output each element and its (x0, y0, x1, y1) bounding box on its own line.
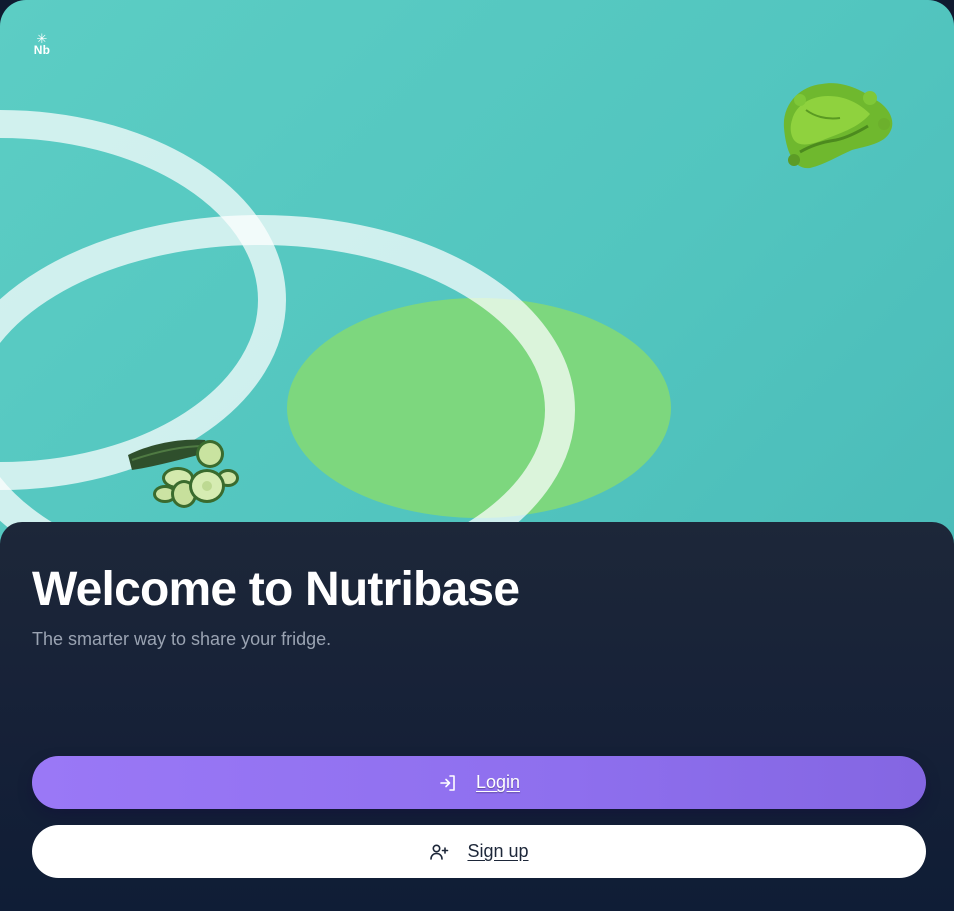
welcome-panel: Welcome to Nutribase The smarter way to … (0, 522, 954, 911)
user-plus-icon (429, 842, 449, 862)
green-blob (287, 298, 671, 518)
login-button[interactable]: Login (32, 756, 926, 809)
login-label: Login (475, 772, 521, 792)
app-logo: ✳ Nb (31, 32, 53, 56)
welcome-screen: ✳ Nb Welcome to Nutribase The smarter wa… (0, 0, 954, 911)
cucumber-slices-image (128, 439, 239, 508)
signup-label: Sign up (467, 841, 529, 861)
page-title: Welcome to Nutribase (32, 563, 520, 616)
page-subtitle: The smarter way to share your fridge. (32, 629, 332, 649)
signup-button[interactable]: Sign up (32, 825, 926, 878)
hero-banner: ✳ Nb (0, 0, 954, 560)
logo-text: Nb (33, 43, 51, 57)
login-icon (438, 773, 458, 793)
lettuce-image (783, 83, 893, 169)
hero-decoration (0, 83, 893, 560)
